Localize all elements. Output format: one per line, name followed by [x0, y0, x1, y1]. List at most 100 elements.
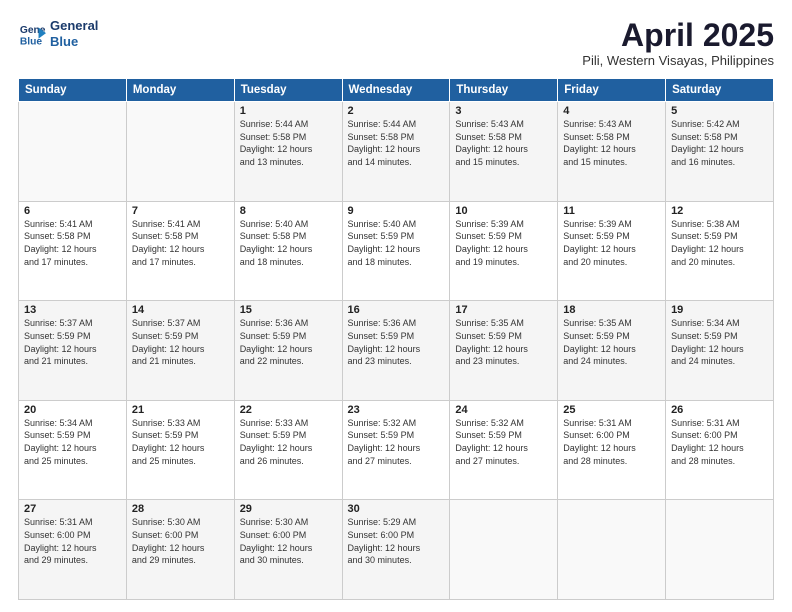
day-info: Sunrise: 5:36 AM Sunset: 5:59 PM Dayligh… [348, 317, 445, 367]
calendar-week-row: 1Sunrise: 5:44 AM Sunset: 5:58 PM Daylig… [19, 102, 774, 202]
calendar-day-cell: 13Sunrise: 5:37 AM Sunset: 5:59 PM Dayli… [19, 301, 127, 401]
day-number: 11 [563, 205, 660, 217]
day-info: Sunrise: 5:30 AM Sunset: 6:00 PM Dayligh… [132, 516, 229, 566]
calendar-day-cell: 16Sunrise: 5:36 AM Sunset: 5:59 PM Dayli… [342, 301, 450, 401]
calendar-day-cell: 5Sunrise: 5:42 AM Sunset: 5:58 PM Daylig… [666, 102, 774, 202]
day-info: Sunrise: 5:43 AM Sunset: 5:58 PM Dayligh… [455, 118, 552, 168]
logo-text-blue: Blue [50, 34, 98, 50]
calendar-day-cell [19, 102, 127, 202]
calendar-day-cell: 27Sunrise: 5:31 AM Sunset: 6:00 PM Dayli… [19, 500, 127, 600]
weekday-header: Wednesday [342, 79, 450, 102]
calendar-day-cell: 4Sunrise: 5:43 AM Sunset: 5:58 PM Daylig… [558, 102, 666, 202]
day-number: 7 [132, 205, 229, 217]
day-info: Sunrise: 5:41 AM Sunset: 5:58 PM Dayligh… [24, 218, 121, 268]
day-info: Sunrise: 5:35 AM Sunset: 5:59 PM Dayligh… [563, 317, 660, 367]
day-number: 23 [348, 404, 445, 416]
weekday-header: Thursday [450, 79, 558, 102]
day-info: Sunrise: 5:37 AM Sunset: 5:59 PM Dayligh… [132, 317, 229, 367]
calendar-day-cell: 30Sunrise: 5:29 AM Sunset: 6:00 PM Dayli… [342, 500, 450, 600]
title-block: April 2025 Pili, Western Visayas, Philip… [582, 18, 774, 68]
calendar-day-cell: 3Sunrise: 5:43 AM Sunset: 5:58 PM Daylig… [450, 102, 558, 202]
calendar-body: 1Sunrise: 5:44 AM Sunset: 5:58 PM Daylig… [19, 102, 774, 600]
calendar-day-cell: 12Sunrise: 5:38 AM Sunset: 5:59 PM Dayli… [666, 201, 774, 301]
day-number: 8 [240, 205, 337, 217]
day-info: Sunrise: 5:36 AM Sunset: 5:59 PM Dayligh… [240, 317, 337, 367]
day-number: 24 [455, 404, 552, 416]
calendar-day-cell: 18Sunrise: 5:35 AM Sunset: 5:59 PM Dayli… [558, 301, 666, 401]
day-info: Sunrise: 5:29 AM Sunset: 6:00 PM Dayligh… [348, 516, 445, 566]
calendar-day-cell: 17Sunrise: 5:35 AM Sunset: 5:59 PM Dayli… [450, 301, 558, 401]
calendar-day-cell: 8Sunrise: 5:40 AM Sunset: 5:58 PM Daylig… [234, 201, 342, 301]
calendar-day-cell: 19Sunrise: 5:34 AM Sunset: 5:59 PM Dayli… [666, 301, 774, 401]
calendar-week-row: 20Sunrise: 5:34 AM Sunset: 5:59 PM Dayli… [19, 400, 774, 500]
day-info: Sunrise: 5:38 AM Sunset: 5:59 PM Dayligh… [671, 218, 768, 268]
day-info: Sunrise: 5:30 AM Sunset: 6:00 PM Dayligh… [240, 516, 337, 566]
day-number: 28 [132, 503, 229, 515]
day-info: Sunrise: 5:31 AM Sunset: 6:00 PM Dayligh… [24, 516, 121, 566]
day-info: Sunrise: 5:32 AM Sunset: 5:59 PM Dayligh… [348, 417, 445, 467]
calendar-day-cell: 26Sunrise: 5:31 AM Sunset: 6:00 PM Dayli… [666, 400, 774, 500]
day-number: 5 [671, 105, 768, 117]
day-number: 12 [671, 205, 768, 217]
calendar-day-cell [450, 500, 558, 600]
day-number: 20 [24, 404, 121, 416]
day-number: 18 [563, 304, 660, 316]
day-info: Sunrise: 5:44 AM Sunset: 5:58 PM Dayligh… [240, 118, 337, 168]
day-info: Sunrise: 5:37 AM Sunset: 5:59 PM Dayligh… [24, 317, 121, 367]
day-info: Sunrise: 5:34 AM Sunset: 5:59 PM Dayligh… [671, 317, 768, 367]
calendar-day-cell: 25Sunrise: 5:31 AM Sunset: 6:00 PM Dayli… [558, 400, 666, 500]
day-info: Sunrise: 5:44 AM Sunset: 5:58 PM Dayligh… [348, 118, 445, 168]
calendar-page: General Blue General Blue April 2025 Pil… [0, 0, 792, 612]
day-number: 6 [24, 205, 121, 217]
calendar-day-cell: 10Sunrise: 5:39 AM Sunset: 5:59 PM Dayli… [450, 201, 558, 301]
calendar-day-cell: 23Sunrise: 5:32 AM Sunset: 5:59 PM Dayli… [342, 400, 450, 500]
calendar-table: SundayMondayTuesdayWednesdayThursdayFrid… [18, 78, 774, 600]
day-info: Sunrise: 5:33 AM Sunset: 5:59 PM Dayligh… [132, 417, 229, 467]
day-info: Sunrise: 5:43 AM Sunset: 5:58 PM Dayligh… [563, 118, 660, 168]
calendar-day-cell [558, 500, 666, 600]
day-number: 9 [348, 205, 445, 217]
day-info: Sunrise: 5:41 AM Sunset: 5:58 PM Dayligh… [132, 218, 229, 268]
calendar-day-cell: 14Sunrise: 5:37 AM Sunset: 5:59 PM Dayli… [126, 301, 234, 401]
weekday-header: Friday [558, 79, 666, 102]
day-info: Sunrise: 5:34 AM Sunset: 5:59 PM Dayligh… [24, 417, 121, 467]
header: General Blue General Blue April 2025 Pil… [18, 18, 774, 68]
day-number: 29 [240, 503, 337, 515]
day-info: Sunrise: 5:42 AM Sunset: 5:58 PM Dayligh… [671, 118, 768, 168]
day-number: 1 [240, 105, 337, 117]
logo: General Blue General Blue [18, 18, 98, 49]
day-number: 15 [240, 304, 337, 316]
day-number: 10 [455, 205, 552, 217]
calendar-day-cell [666, 500, 774, 600]
day-info: Sunrise: 5:31 AM Sunset: 6:00 PM Dayligh… [563, 417, 660, 467]
day-number: 22 [240, 404, 337, 416]
day-info: Sunrise: 5:35 AM Sunset: 5:59 PM Dayligh… [455, 317, 552, 367]
day-info: Sunrise: 5:31 AM Sunset: 6:00 PM Dayligh… [671, 417, 768, 467]
day-info: Sunrise: 5:39 AM Sunset: 5:59 PM Dayligh… [563, 218, 660, 268]
day-info: Sunrise: 5:40 AM Sunset: 5:59 PM Dayligh… [348, 218, 445, 268]
logo-text-general: General [50, 18, 98, 34]
calendar-day-cell: 1Sunrise: 5:44 AM Sunset: 5:58 PM Daylig… [234, 102, 342, 202]
day-number: 3 [455, 105, 552, 117]
calendar-day-cell [126, 102, 234, 202]
month-title: April 2025 [582, 18, 774, 53]
day-number: 14 [132, 304, 229, 316]
calendar-day-cell: 6Sunrise: 5:41 AM Sunset: 5:58 PM Daylig… [19, 201, 127, 301]
day-number: 2 [348, 105, 445, 117]
calendar-day-cell: 29Sunrise: 5:30 AM Sunset: 6:00 PM Dayli… [234, 500, 342, 600]
day-info: Sunrise: 5:40 AM Sunset: 5:58 PM Dayligh… [240, 218, 337, 268]
day-info: Sunrise: 5:32 AM Sunset: 5:59 PM Dayligh… [455, 417, 552, 467]
calendar-day-cell: 21Sunrise: 5:33 AM Sunset: 5:59 PM Dayli… [126, 400, 234, 500]
calendar-day-cell: 20Sunrise: 5:34 AM Sunset: 5:59 PM Dayli… [19, 400, 127, 500]
calendar-day-cell: 9Sunrise: 5:40 AM Sunset: 5:59 PM Daylig… [342, 201, 450, 301]
weekday-header: Tuesday [234, 79, 342, 102]
day-number: 30 [348, 503, 445, 515]
day-number: 4 [563, 105, 660, 117]
calendar-day-cell: 28Sunrise: 5:30 AM Sunset: 6:00 PM Dayli… [126, 500, 234, 600]
calendar-day-cell: 7Sunrise: 5:41 AM Sunset: 5:58 PM Daylig… [126, 201, 234, 301]
day-number: 19 [671, 304, 768, 316]
day-number: 25 [563, 404, 660, 416]
day-number: 26 [671, 404, 768, 416]
calendar-day-cell: 24Sunrise: 5:32 AM Sunset: 5:59 PM Dayli… [450, 400, 558, 500]
day-number: 21 [132, 404, 229, 416]
